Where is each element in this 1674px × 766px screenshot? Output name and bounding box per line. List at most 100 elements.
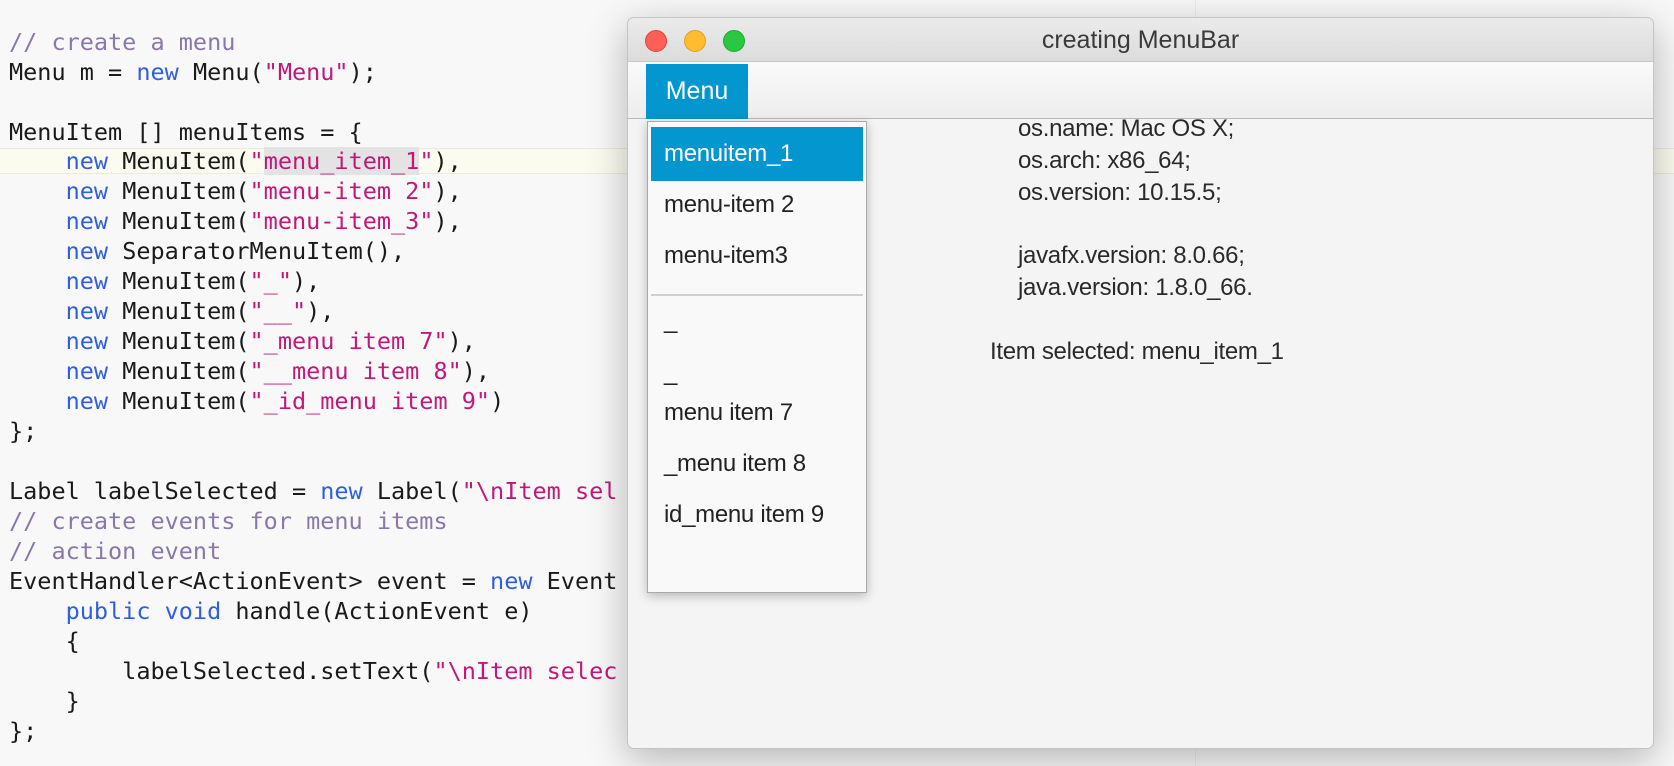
code-keyword: new (136, 58, 179, 86)
java-version-label: java.version: 1.8.0_66. (1018, 274, 1253, 301)
menu-button[interactable]: Menu (646, 64, 748, 119)
code-line[interactable]: new MenuItem("_id_menu item 9") (9, 386, 505, 416)
os-version-label: os.version: 10.15.5; (1018, 179, 1222, 206)
code-string: "Menu" (263, 58, 349, 86)
code-token: }; (9, 717, 38, 745)
code-token: ), (291, 267, 321, 295)
code-token: MenuItem( (108, 207, 250, 235)
menu-dropdown: menuitem_1 menu-item 2 menu-item3 _ _ me… (647, 121, 867, 593)
code-line[interactable]: new MenuItem("menu_item_1"), (9, 146, 462, 176)
code-string: "\nItem sel (461, 477, 618, 505)
menu-item-9[interactable]: id_menu item 9 (651, 488, 863, 542)
code-line[interactable]: // create events for menu items (9, 506, 448, 536)
code-token: MenuItem [] menuItems = { (9, 118, 363, 146)
menu-item-2[interactable]: menu-item 2 (651, 178, 863, 232)
code-token: MenuItem( (108, 297, 250, 325)
code-token: ), (306, 297, 335, 325)
code-token: Menu m = (9, 58, 137, 86)
code-token: Menu( (178, 58, 264, 86)
code-comment: // action event (9, 537, 222, 565)
code-token: ), (433, 207, 462, 235)
menu-item-4[interactable]: _ (651, 294, 863, 348)
code-token: Label( (362, 477, 462, 505)
code-keyword: new (65, 387, 109, 415)
code-token: ), (461, 357, 491, 385)
code-string: "__" (249, 297, 307, 325)
title-bar[interactable]: creating MenuBar (628, 18, 1653, 62)
code-line[interactable]: Label labelSelected = new Label("\nItem … (9, 476, 617, 506)
code-token: { (9, 627, 80, 655)
code-token: } (9, 687, 80, 715)
code-string: "_id_menu item 9" (249, 387, 491, 415)
code-token: Label labelSelected = (9, 477, 321, 505)
code-line[interactable]: }; (9, 716, 37, 746)
menu-item-8[interactable]: _menu item 8 (651, 437, 863, 491)
code-line[interactable]: EventHandler<ActionEvent> event = new Ev… (9, 566, 617, 596)
os-name-label: os.name: Mac OS X; (1018, 115, 1235, 142)
code-keyword: new (65, 207, 109, 235)
code-line[interactable]: new MenuItem("_menu item 7"), (9, 326, 476, 356)
code-token: ), (433, 147, 462, 175)
code-line[interactable]: labelSelected.setText("\nItem selec (9, 656, 617, 686)
code-comment: // create events for menu items (9, 507, 448, 535)
code-string: "\nItem selec (433, 657, 618, 685)
code-token: MenuItem( (108, 267, 250, 295)
code-line[interactable]: { (9, 626, 80, 656)
code-token: ), (447, 327, 476, 355)
code-token: MenuItem( (108, 177, 250, 205)
code-keyword: new (65, 297, 109, 325)
code-token: labelSelected.setText( (9, 657, 434, 685)
code-line[interactable]: new MenuItem("menu-item 2"), (9, 176, 462, 206)
code-line[interactable]: public void handle(ActionEvent e) (9, 596, 533, 626)
code-line[interactable]: new MenuItem("menu-item_3"), (9, 206, 462, 236)
code-line[interactable]: new MenuItem("_"), (9, 266, 321, 296)
code-string: "_" (249, 267, 292, 295)
menu-item-7[interactable]: menu item 7 (651, 386, 863, 440)
code-line[interactable]: new SeparatorMenuItem(), (9, 236, 406, 266)
code-string: " (249, 147, 264, 175)
code-keyword: new (65, 327, 109, 355)
code-keyword: public (65, 597, 151, 625)
code-token: ), (433, 177, 462, 205)
code-comment: // create a menu (9, 28, 236, 56)
code-keyword: new (65, 267, 109, 295)
code-string: menu_item_1 (263, 147, 420, 175)
code-string: "__menu item 8" (249, 357, 462, 385)
code-line[interactable]: new MenuItem("__"), (9, 296, 335, 326)
code-keyword: new (320, 477, 363, 505)
menu-item-1[interactable]: menuitem_1 (651, 127, 863, 181)
app-window: creating MenuBar Menu menuitem_1 menu-it… (627, 17, 1654, 749)
code-line[interactable]: new MenuItem("__menu item 8"), (9, 356, 490, 386)
code-token: EventHandler<ActionEvent> event = (9, 567, 491, 595)
code-line[interactable]: MenuItem [] menuItems = { (9, 117, 363, 147)
code-keyword: new (65, 147, 109, 175)
code-token: Event (532, 567, 618, 595)
code-line[interactable]: } (9, 686, 80, 716)
menu-bar: Menu (628, 62, 1653, 119)
code-line[interactable]: // create a menu (9, 27, 235, 57)
code-keyword: new (65, 177, 109, 205)
code-line[interactable]: // action event (9, 536, 221, 566)
code-string: " (419, 147, 434, 175)
code-line[interactable]: Menu m = new Menu("Menu"); (9, 57, 377, 87)
menu-item-3[interactable]: menu-item3 (651, 229, 863, 283)
code-keyword: void (164, 597, 222, 625)
javafx-version-label: javafx.version: 8.0.66; (1018, 242, 1245, 269)
code-string: "menu-item 2" (249, 177, 434, 205)
code-token: ) (490, 387, 505, 415)
code-token: MenuItem( (108, 147, 250, 175)
os-arch-label: os.arch: x86_64; (1018, 147, 1191, 174)
code-token: }; (9, 417, 38, 445)
code-string: "_menu item 7" (249, 327, 448, 355)
code-line[interactable]: }; (9, 416, 37, 446)
code-keyword: new (65, 357, 109, 385)
